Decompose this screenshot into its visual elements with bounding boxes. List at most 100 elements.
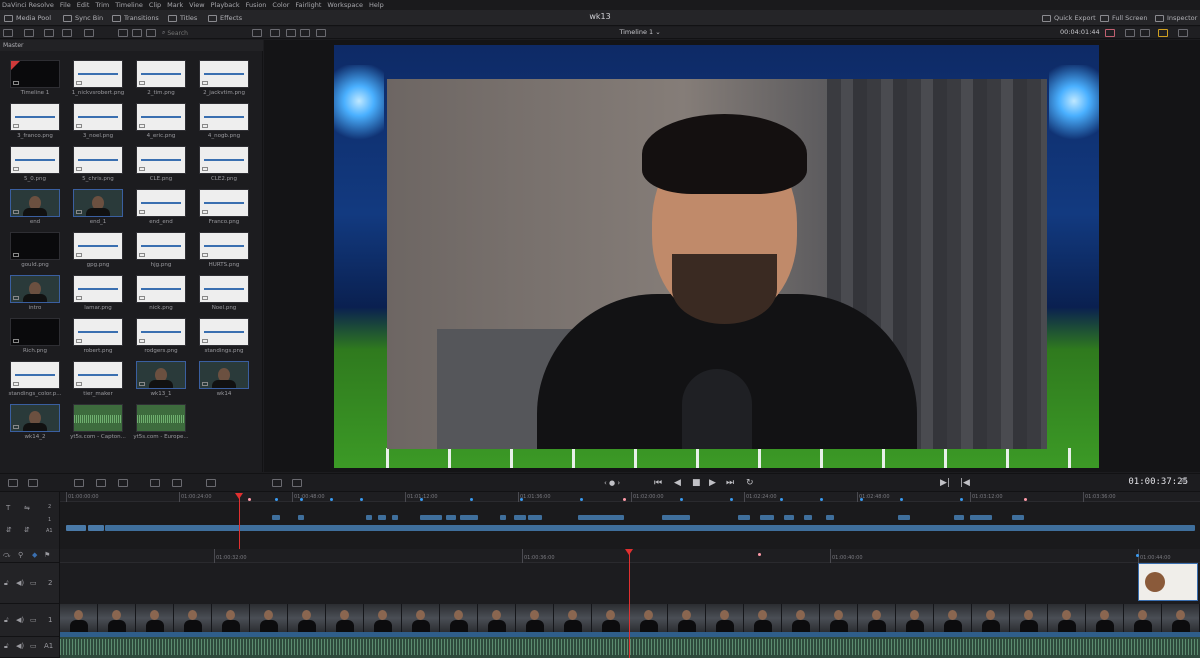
menu-item-davinci-resolve[interactable]: DaVinci Resolve [2, 1, 54, 9]
viewer-dropdown-icon[interactable] [1125, 29, 1135, 37]
safe-area-icon[interactable] [272, 479, 282, 487]
media-clip[interactable]: wk14_2 [10, 404, 60, 446]
replace-clip-icon[interactable] [118, 479, 128, 487]
overview-clip[interactable] [378, 515, 386, 520]
dual-viewer-icon[interactable] [286, 29, 296, 37]
timeline-menu-icon[interactable]: ≡ [1180, 476, 1188, 486]
timeline-marker[interactable] [470, 498, 473, 501]
a1-audio-track[interactable] [60, 637, 1200, 658]
full-screen-button[interactable]: Full Screen [1100, 12, 1148, 24]
lock-icon[interactable]: 🔓︎ [4, 642, 9, 651]
menu-item-edit[interactable]: Edit [77, 1, 90, 9]
go-to-start-icon[interactable]: ⏮ [654, 478, 662, 488]
thumbnail-view-icon[interactable] [118, 29, 128, 37]
lock-icon[interactable]: 🔓︎ [4, 616, 9, 625]
overview-clip[interactable] [298, 515, 304, 520]
menu-item-fairlight[interactable]: Fairlight [295, 1, 321, 9]
media-clip[interactable]: wk14 [199, 361, 249, 403]
media-clip[interactable]: hjg.png [136, 232, 186, 274]
media-clip[interactable]: 1_nickvsrobert.png [72, 60, 124, 102]
media-clip[interactable]: wk13_1 [136, 361, 186, 403]
menu-item-workspace[interactable]: Workspace [327, 1, 363, 9]
list-view-icon[interactable] [3, 29, 13, 37]
options-icon[interactable] [1178, 29, 1188, 37]
media-clip[interactable]: 3_franco.png [10, 103, 60, 145]
media-clip[interactable]: 5_chris.png [73, 146, 123, 188]
blade-tool-icon[interactable] [28, 479, 38, 487]
zoom-icon[interactable]: ⇵ [6, 526, 12, 534]
color-space-icon[interactable] [1105, 29, 1115, 37]
append-icon[interactable] [206, 479, 216, 487]
timeline-marker[interactable] [300, 498, 303, 501]
transitions-button[interactable]: Transitions [112, 12, 159, 24]
grid-view-icon[interactable] [132, 29, 142, 37]
media-clip[interactable]: Franco.png [199, 189, 249, 231]
overwrite-clip-icon[interactable] [96, 479, 106, 487]
audio-icon[interactable]: ◀) [16, 642, 24, 650]
insert-clip-icon[interactable] [74, 479, 84, 487]
media-clip[interactable]: Rich.png [10, 318, 60, 360]
quick-export-button[interactable]: Quick Export [1042, 12, 1096, 24]
overview-clip[interactable] [954, 515, 964, 520]
play-icon[interactable]: ▶ [709, 478, 716, 488]
upper-timeline[interactable]: T ⇋ ⇵ ⇵ 2 1 A1 01:00:00:00 01:00:24:00 01:… [0, 491, 1200, 550]
media-clip[interactable]: nick.png [136, 275, 186, 317]
media-clip[interactable]: Noel.png [199, 275, 249, 317]
upper-playhead[interactable] [239, 495, 240, 549]
search-input[interactable] [167, 29, 218, 37]
overview-clip[interactable] [460, 515, 478, 520]
timeline-marker[interactable] [1024, 498, 1027, 501]
viewer-zoom-icon[interactable] [300, 29, 310, 37]
monitor-icon[interactable]: ▭ [30, 616, 37, 624]
media-clip[interactable]: robert.png [73, 318, 123, 360]
mark-out-icon[interactable]: |◀ [960, 478, 970, 488]
menu-item-timeline[interactable]: Timeline [115, 1, 143, 9]
overview-clip[interactable] [738, 515, 750, 520]
overview-clip[interactable] [528, 515, 542, 520]
timeline-marker[interactable] [860, 498, 863, 501]
media-clip[interactable]: HURTS.png [199, 232, 249, 274]
v2-image-clip[interactable] [1138, 563, 1198, 601]
media-clip[interactable]: 2_jackvtim.png [199, 60, 249, 102]
clip-dropdown-icon[interactable] [1140, 29, 1150, 37]
snapping-icon[interactable]: ⤼ [3, 551, 10, 560]
media-clip[interactable]: 4_eric.png [136, 103, 186, 145]
media-clip[interactable]: gould.png [10, 232, 60, 274]
audio-waveform-icon[interactable]: ⇋ [24, 504, 30, 512]
overview-clip[interactable] [88, 525, 104, 531]
overview-clip[interactable] [784, 515, 794, 520]
timeline-marker[interactable] [680, 498, 683, 501]
media-clip[interactable]: CLE.png [136, 146, 186, 188]
selection-tool-icon[interactable] [8, 479, 18, 487]
menu-item-trim[interactable]: Trim [95, 1, 109, 9]
overview-clip[interactable] [578, 515, 624, 520]
lock-icon[interactable]: 🔓︎ [4, 579, 9, 588]
lower-playhead[interactable] [629, 551, 630, 658]
menu-item-file[interactable]: File [60, 1, 71, 9]
viewer[interactable] [264, 40, 1200, 472]
overview-clip[interactable] [392, 515, 398, 520]
timeline-marker[interactable] [780, 498, 783, 501]
media-clip[interactable]: 5_0.png [10, 146, 60, 188]
upper-timeline-ruler[interactable]: 01:00:00:00 01:00:24:00 01:00:48:00 01:01:1… [60, 492, 1200, 502]
tag-icon[interactable] [44, 29, 54, 37]
timeline-marker[interactable] [623, 498, 626, 501]
overview-clip[interactable] [500, 515, 506, 520]
filter-icon[interactable] [84, 29, 94, 37]
position-lock-icon[interactable]: ◆ [32, 551, 37, 559]
menu-item-color[interactable]: Color [272, 1, 289, 9]
jog-control[interactable]: ‹ ● › [604, 478, 620, 488]
media-clip[interactable]: standings.png [199, 318, 249, 360]
overview-clip[interactable] [420, 515, 442, 520]
media-clip[interactable]: end [10, 189, 60, 231]
linked-selection-icon[interactable]: ⚲ [18, 551, 23, 559]
timeline-marker[interactable] [580, 498, 583, 501]
stop-icon[interactable]: ■ [692, 478, 701, 488]
media-clip[interactable]: end_1 [73, 189, 123, 231]
media-clip[interactable]: yt5s.com - Capton... [70, 404, 126, 446]
track-height-icon[interactable]: T [6, 504, 10, 512]
inspector-button[interactable]: Inspector [1155, 12, 1197, 24]
menu-item-playback[interactable]: Playback [211, 1, 240, 9]
viewer-frame[interactable] [334, 45, 1099, 468]
overview-clip[interactable] [760, 515, 774, 520]
